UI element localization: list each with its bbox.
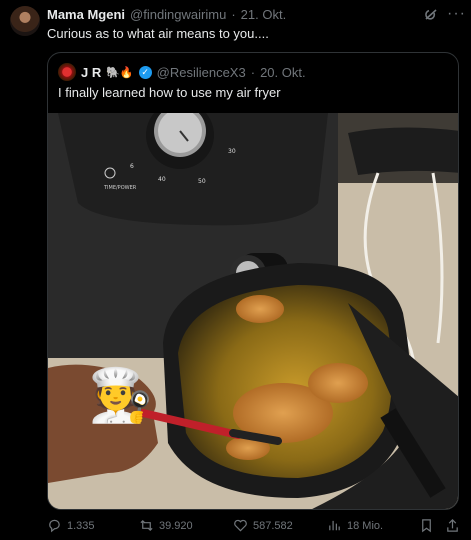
- more-options-icon[interactable]: ···: [447, 5, 466, 23]
- action-bar: 1.335 39.920 587.582 18 Mio.: [47, 518, 467, 536]
- tweet-date[interactable]: 21. Okt.: [241, 7, 287, 22]
- separator-dot: ·: [231, 7, 236, 22]
- views-button[interactable]: 18 Mio.: [327, 518, 383, 533]
- quoted-author-handle[interactable]: @ResilienceX3: [157, 65, 246, 80]
- like-count: 587.582: [253, 519, 293, 532]
- views-icon: [329, 520, 340, 531]
- repost-icon: [140, 519, 153, 532]
- quoted-tweet[interactable]: J R 🐘🔥 ✓ @ResilienceX3 · 20. Okt. I fina…: [47, 52, 459, 510]
- repost-button[interactable]: 39.920: [139, 518, 193, 533]
- like-button[interactable]: 587.582: [233, 518, 293, 533]
- quoted-avatar[interactable]: [58, 63, 76, 81]
- view-count: 18 Mio.: [347, 519, 384, 532]
- tweet[interactable]: Mama Mgeni @findingwairimu · 21. Okt. ··…: [0, 0, 471, 540]
- reply-button[interactable]: 1.335: [47, 518, 95, 533]
- share-button[interactable]: [445, 518, 460, 533]
- reply-count: 1.335: [67, 519, 95, 532]
- quoted-author-name[interactable]: J R: [81, 65, 101, 80]
- dial-label: 6: [130, 163, 134, 170]
- repost-count: 39.920: [159, 519, 193, 532]
- bookmark-button[interactable]: [419, 518, 434, 533]
- author-avatar[interactable]: [10, 6, 40, 36]
- grok-icon[interactable]: [423, 7, 439, 23]
- quoted-header: J R 🐘🔥 ✓ @ResilienceX3 · 20. Okt.: [58, 63, 306, 81]
- heart-icon: [234, 519, 247, 532]
- dial-label: 30: [228, 148, 236, 155]
- quoted-date[interactable]: 20. Okt.: [260, 65, 306, 80]
- separator-dot: ·: [250, 64, 256, 80]
- quoted-name-emoji: 🐘🔥: [106, 66, 134, 79]
- author-name[interactable]: Mama Mgeni: [47, 7, 125, 22]
- author-handle[interactable]: @findingwairimu: [130, 7, 226, 22]
- photo-illustration: 6 30 40 50 TIME/POWER: [48, 113, 458, 509]
- timer-label: TIME/POWER: [103, 185, 137, 191]
- share-icon: [447, 519, 458, 532]
- tweet-text: Curious as to what air means to you....: [47, 26, 269, 41]
- verified-badge-icon: ✓: [138, 65, 152, 79]
- chef-sticker: 🧑‍🍳: [88, 365, 153, 425]
- bookmark-icon: [422, 519, 431, 533]
- dial-label: 50: [198, 178, 206, 185]
- reply-icon: [49, 519, 60, 533]
- air-fryer-photo[interactable]: 6 30 40 50 TIME/POWER: [48, 113, 458, 509]
- dial-label: 40: [158, 176, 166, 183]
- tweet-header: Mama Mgeni @findingwairimu · 21. Okt.: [47, 7, 286, 22]
- quoted-text: I finally learned how to use my air frye…: [58, 85, 281, 100]
